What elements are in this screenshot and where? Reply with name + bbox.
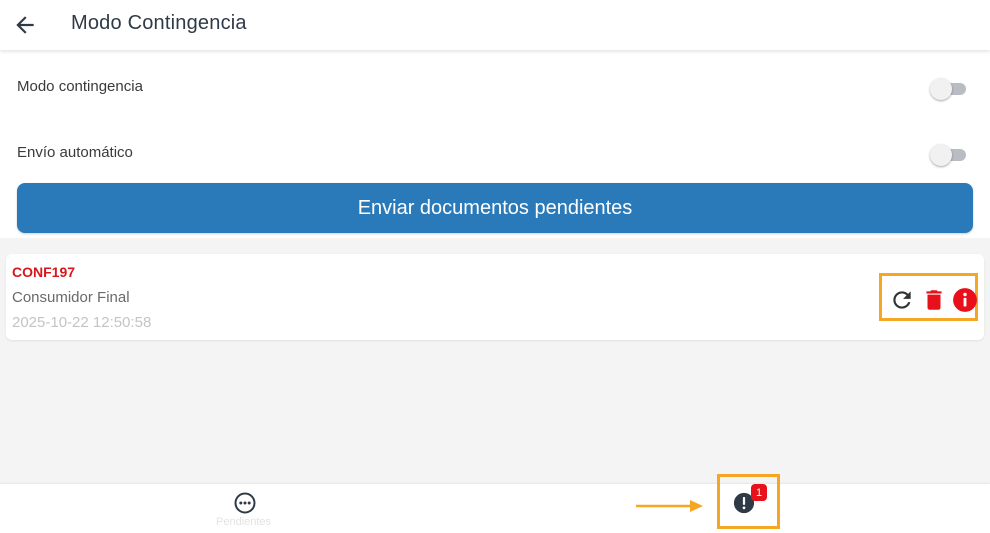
arrow-left-icon bbox=[16, 16, 34, 34]
auto-send-toggle[interactable] bbox=[930, 143, 968, 166]
arrow-right-icon bbox=[636, 500, 703, 512]
document-code: CONF197 bbox=[12, 264, 76, 280]
page-title: Modo Contingencia bbox=[71, 12, 247, 34]
send-pending-documents-button[interactable]: Enviar documentos pendientes bbox=[17, 183, 973, 233]
toggle-thumb bbox=[930, 144, 952, 166]
trash-icon bbox=[926, 290, 942, 310]
settings-panel: Modo contingencia Envío automático Envia… bbox=[0, 50, 990, 238]
delete-button[interactable] bbox=[921, 287, 947, 313]
auto-send-label: Envío automático bbox=[17, 144, 133, 161]
refresh-icon bbox=[893, 291, 911, 309]
document-date: 2025-10-22 12:50:58 bbox=[12, 314, 152, 331]
contingency-mode-row: Modo contingencia bbox=[0, 68, 990, 108]
list-item[interactable]: CONF197 Consumidor Final 2025-10-22 12:5… bbox=[6, 254, 984, 340]
actions-highlight-frame bbox=[879, 273, 978, 321]
documents-list: CONF197 Consumidor Final 2025-10-22 12:5… bbox=[0, 238, 990, 484]
info-button[interactable] bbox=[952, 287, 978, 313]
document-client: Consumidor Final bbox=[12, 289, 130, 306]
contingency-mode-toggle[interactable] bbox=[930, 77, 968, 100]
app-bar: Modo Contingencia bbox=[0, 0, 990, 50]
info-icon bbox=[953, 288, 977, 312]
nav-item-pendientes[interactable]: Pendientes bbox=[195, 484, 295, 533]
retry-button[interactable] bbox=[889, 287, 915, 313]
nav-highlight-frame bbox=[717, 474, 780, 529]
bottom-nav: Pendientes bbox=[0, 484, 990, 533]
auto-send-row: Envío automático bbox=[0, 134, 990, 174]
back-button[interactable] bbox=[12, 12, 38, 38]
notification-badge: 1 bbox=[751, 484, 767, 501]
toggle-thumb bbox=[930, 78, 952, 100]
contingency-mode-label: Modo contingencia bbox=[17, 78, 143, 95]
ellipsis-circle-icon bbox=[234, 492, 256, 514]
nav-item-label: Pendientes bbox=[216, 516, 272, 528]
